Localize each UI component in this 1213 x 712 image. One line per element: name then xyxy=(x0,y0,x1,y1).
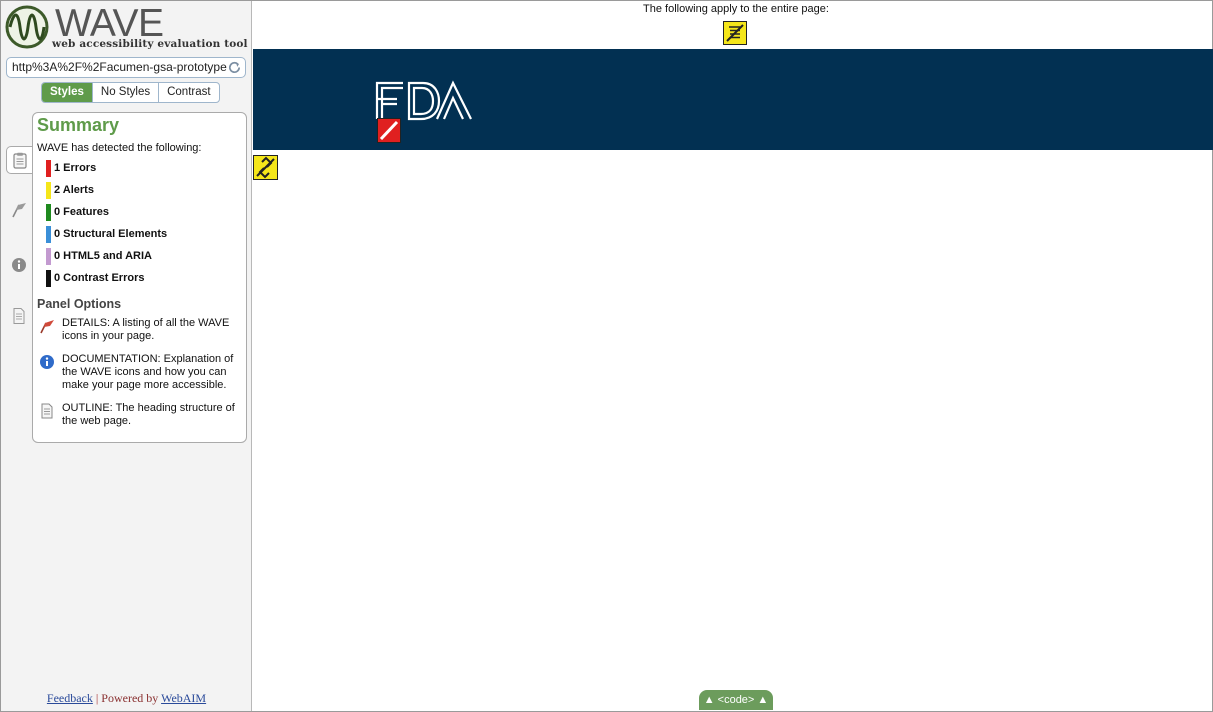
alerts-color-bar xyxy=(46,182,51,199)
tab-contrast[interactable]: Contrast xyxy=(158,83,218,102)
url-input[interactable]: http%3A%2F%2Facumen-gsa-prototype xyxy=(6,57,246,78)
option-details[interactable]: DETAILS: A listing of all the WAVE icons… xyxy=(39,317,239,345)
count-alerts-label: 2 Alerts xyxy=(54,184,94,196)
footer-separator: | xyxy=(95,691,99,705)
clipboard-icon xyxy=(13,152,27,169)
option-documentation[interactable]: DOCUMENTATION: Explanation of the WAVE i… xyxy=(39,353,239,395)
page-preview: The following apply to the entire page: xyxy=(253,1,1213,711)
info-icon xyxy=(40,355,54,369)
wave-logo[interactable]: WAVE web accessibility evaluation tool xyxy=(5,4,251,51)
url-input-value: http%3A%2F%2Facumen-gsa-prototype xyxy=(12,60,227,74)
sidebar-footer: Feedback | Powered by WebAIM xyxy=(1,691,252,706)
document-icon xyxy=(41,403,53,419)
count-contrast-label: 0 Contrast Errors xyxy=(54,272,145,284)
code-toggle-button[interactable]: ▲ <code> ▲ xyxy=(699,690,773,710)
features-color-bar xyxy=(46,204,51,221)
wave-logo-icon xyxy=(5,5,49,49)
option-outline-text: OUTLINE: The heading structure of the we… xyxy=(62,402,235,427)
panel-options-title: Panel Options xyxy=(37,297,122,311)
tab-no-styles[interactable]: No Styles xyxy=(91,83,158,102)
view-mode-tabs: Styles No Styles Contrast xyxy=(41,82,220,103)
error-icon[interactable] xyxy=(377,118,401,143)
contrast-color-bar xyxy=(46,270,51,287)
aria-color-bar xyxy=(46,248,51,265)
summary-title: Summary xyxy=(37,115,120,135)
refresh-icon[interactable] xyxy=(227,60,242,75)
option-details-text: DETAILS: A listing of all the WAVE icons… xyxy=(62,317,230,342)
fda-header-banner xyxy=(253,49,1213,150)
tab-styles[interactable]: Styles xyxy=(42,83,92,102)
rail-flag-icon[interactable] xyxy=(10,201,28,219)
powered-by-text: Powered by xyxy=(101,691,159,705)
errors-color-bar xyxy=(46,160,51,177)
wave-window: WAVE web accessibility evaluation tool h… xyxy=(0,0,1213,712)
summary-panel: Summary WAVE has detected the following:… xyxy=(32,112,247,443)
rail-outline-icon[interactable] xyxy=(10,307,28,325)
count-aria-label: 0 HTML5 and ARIA xyxy=(54,250,152,262)
wave-sidebar: WAVE web accessibility evaluation tool h… xyxy=(1,1,252,711)
feedback-link[interactable]: Feedback xyxy=(47,691,93,705)
count-structural-label: 0 Structural Elements xyxy=(54,228,168,240)
rail-info-icon[interactable] xyxy=(10,256,28,274)
option-documentation-text: DOCUMENTATION: Explanation of the WAVE i… xyxy=(62,353,234,391)
count-errors-label: 1 Errors xyxy=(54,162,97,174)
wave-tagline: web accessibility evaluation tool xyxy=(52,38,248,50)
summary-subtitle: WAVE has detected the following: xyxy=(37,142,202,154)
option-outline[interactable]: OUTLINE: The heading structure of the we… xyxy=(39,402,239,430)
webaim-link[interactable]: WebAIM xyxy=(161,691,206,705)
fda-logo[interactable] xyxy=(375,79,473,121)
link-alert-icon[interactable] xyxy=(253,155,278,180)
page-level-note: The following apply to the entire page: xyxy=(643,3,829,15)
count-features-label: 0 Features xyxy=(54,206,110,218)
structural-color-bar xyxy=(46,226,51,243)
flag-icon xyxy=(40,320,54,334)
rail-tab-summary[interactable] xyxy=(6,146,33,174)
page-alert-icon[interactable] xyxy=(723,21,747,45)
